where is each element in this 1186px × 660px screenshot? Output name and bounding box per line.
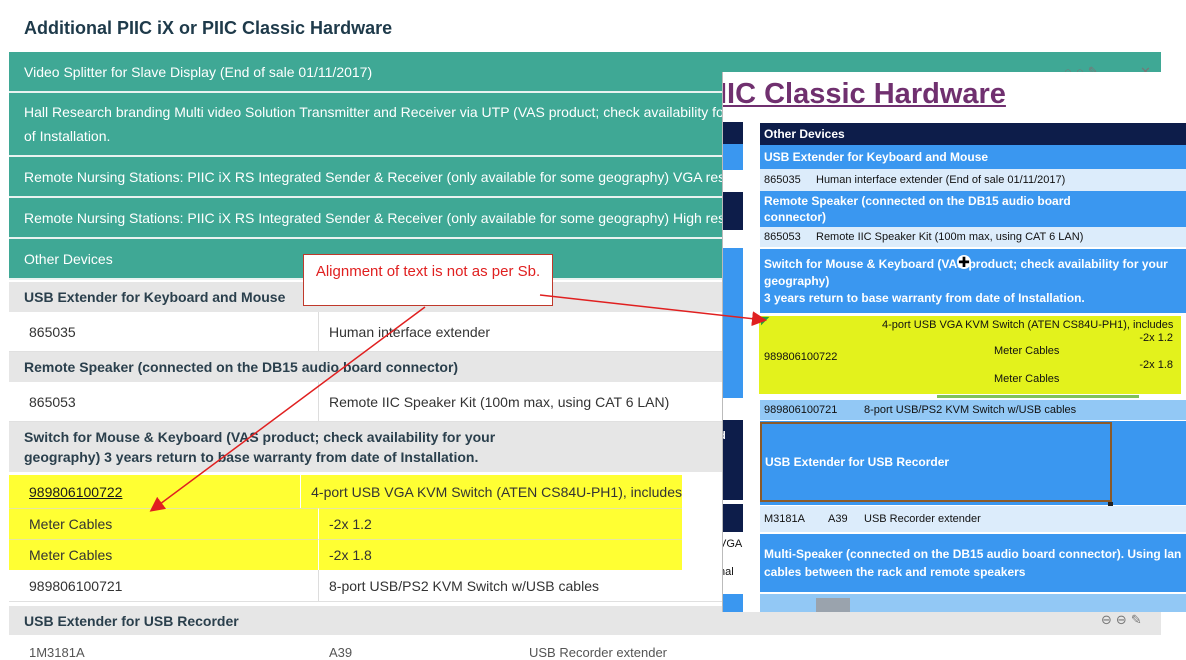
annotation-arrows xyxy=(149,294,767,512)
arrow-to-row xyxy=(149,306,426,512)
arrow-to-overlay xyxy=(539,294,767,327)
